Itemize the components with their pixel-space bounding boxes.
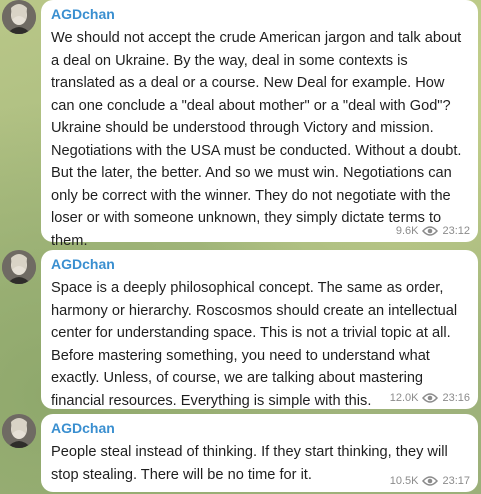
message-time: 23:17 xyxy=(442,475,470,487)
view-count: 12.0K xyxy=(389,392,419,404)
avatar[interactable] xyxy=(2,0,36,34)
message-meta: 10.5K 23:17 xyxy=(390,475,470,487)
eye-icon xyxy=(422,476,439,486)
avatar[interactable] xyxy=(2,250,36,284)
message-bubble[interactable]: AGDchan Space is a deeply philosophical … xyxy=(41,250,478,409)
message-meta: 12.0K 23:16 xyxy=(390,392,470,404)
message-author[interactable]: AGDchan xyxy=(51,419,468,437)
message-author[interactable]: AGDchan xyxy=(51,5,468,23)
message-author[interactable]: AGDchan xyxy=(51,255,468,273)
eye-icon xyxy=(422,393,439,403)
message-bubble[interactable]: AGDchan We should not accept the crude A… xyxy=(41,0,478,249)
view-count: 9.6K xyxy=(395,225,419,237)
message-bubble[interactable]: AGDchan People steal instead of thinking… xyxy=(41,414,478,492)
message-text: We should not accept the crude American … xyxy=(51,30,462,249)
message-time: 23:16 xyxy=(442,392,470,404)
message-meta: 9.6K 23:12 xyxy=(396,225,470,237)
avatar[interactable] xyxy=(2,414,36,448)
view-count: 10.5K xyxy=(389,475,419,487)
message-time: 23:12 xyxy=(442,225,470,237)
eye-icon xyxy=(422,226,439,236)
